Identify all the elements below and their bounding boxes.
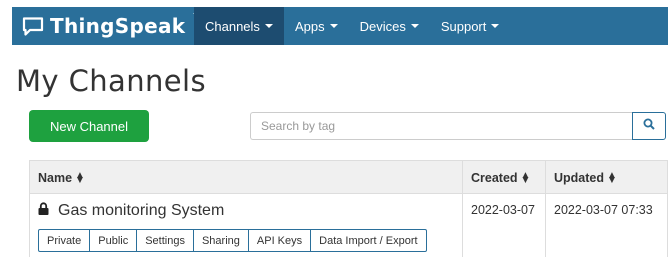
channels-table: Name ▲ ▼ Created ▲ ▼ Updated ▲ ▼ Gas monito… bbox=[29, 160, 668, 257]
data-import-export-button[interactable]: Data Import / Export bbox=[310, 229, 427, 252]
table-header: Name ▲ ▼ Created ▲ ▼ Updated ▲ ▼ bbox=[29, 160, 668, 195]
created-date: 2022-03-07 bbox=[462, 194, 545, 257]
column-header-updated[interactable]: Updated ▲ ▼ bbox=[545, 161, 668, 195]
brand-logo[interactable]: ThingSpeak™ bbox=[22, 12, 203, 40]
settings-button[interactable]: Settings bbox=[136, 229, 194, 252]
chevron-down-icon bbox=[410, 24, 419, 28]
brand-name: ThingSpeak bbox=[50, 14, 186, 38]
sort-icon: ▲ ▼ bbox=[75, 170, 85, 186]
search-bar bbox=[250, 112, 666, 140]
channel-actions: Private Public Settings Sharing API Keys… bbox=[38, 229, 427, 252]
column-header-label: Name bbox=[38, 171, 73, 185]
nav-item-apps[interactable]: Apps bbox=[284, 7, 349, 45]
search-button[interactable] bbox=[632, 112, 666, 140]
nav-item-label: Channels bbox=[205, 18, 260, 34]
sharing-button[interactable]: Sharing bbox=[192, 229, 249, 252]
search-icon bbox=[643, 117, 655, 135]
table-row: Gas monitoring System Private Public Set… bbox=[29, 194, 668, 257]
chevron-down-icon bbox=[491, 24, 500, 28]
column-header-label: Updated bbox=[554, 171, 604, 185]
channel-name-link[interactable]: Gas monitoring System bbox=[38, 202, 224, 220]
chevron-down-icon bbox=[264, 24, 273, 28]
column-header-label: Created bbox=[471, 171, 518, 185]
nav-item-channels[interactable]: Channels bbox=[194, 7, 284, 45]
nav-item-label: Devices bbox=[359, 18, 406, 34]
lock-icon bbox=[38, 202, 49, 220]
sort-icon: ▲ ▼ bbox=[607, 170, 617, 186]
column-header-name[interactable]: Name ▲ ▼ bbox=[30, 161, 462, 195]
top-navbar: ThingSpeak™ Channels Apps Devices Suppor… bbox=[12, 7, 668, 45]
speech-bubble-icon bbox=[22, 16, 44, 36]
updated-date: 2022-03-07 07:33 bbox=[545, 194, 668, 257]
api-keys-button[interactable]: API Keys bbox=[247, 229, 312, 252]
public-view-button[interactable]: Public bbox=[89, 229, 138, 252]
nav-item-support[interactable]: Support bbox=[430, 7, 511, 45]
private-view-button[interactable]: Private bbox=[38, 229, 91, 252]
column-header-created[interactable]: Created ▲ ▼ bbox=[462, 161, 545, 195]
chevron-down-icon bbox=[329, 24, 338, 28]
channel-name: Gas monitoring System bbox=[58, 202, 225, 219]
page-title: My Channels bbox=[16, 64, 206, 98]
nav-item-label: Support bbox=[440, 18, 487, 34]
nav-item-label: Apps bbox=[294, 18, 325, 34]
new-channel-button[interactable]: New Channel bbox=[29, 110, 149, 142]
nav-item-devices[interactable]: Devices bbox=[349, 7, 430, 45]
search-input[interactable] bbox=[250, 112, 632, 140]
nav-menu: Channels Apps Devices Support bbox=[194, 7, 510, 45]
sort-icon: ▲ ▼ bbox=[520, 170, 531, 186]
